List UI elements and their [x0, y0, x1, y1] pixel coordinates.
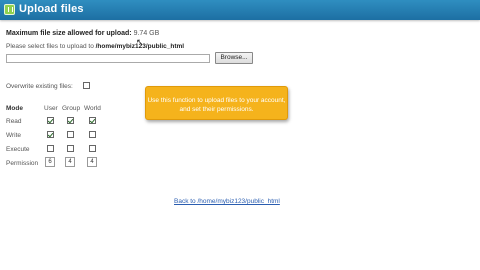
execute-world-checkbox[interactable]: [89, 145, 96, 152]
permissions-header-mode: Mode: [6, 105, 23, 112]
permissions-header-group: Group: [62, 105, 81, 112]
browse-button[interactable]: Browse...: [215, 52, 253, 64]
permissions-header-user: User: [44, 105, 58, 112]
permissions-header-world: World: [84, 105, 101, 112]
write-group-checkbox[interactable]: [67, 131, 74, 138]
max-file-size-value: 9.74 GB: [133, 30, 160, 37]
execute-group-checkbox[interactable]: [67, 145, 74, 152]
read-world-checkbox[interactable]: [89, 117, 96, 124]
back-to-folder-link[interactable]: Back to /home/mybiz123/public_html: [174, 198, 280, 205]
permission-group-value[interactable]: 4: [65, 157, 75, 167]
max-file-size-line: Maximum file size allowed for upload: 9.…: [6, 30, 159, 37]
execute-user-checkbox[interactable]: [47, 145, 54, 152]
read-group-checkbox[interactable]: [67, 117, 74, 124]
select-files-line: Please select files to upload to /home/m…: [6, 43, 184, 50]
tooltip-callout: Use this function to upload files to you…: [145, 86, 288, 120]
title-bar: Upload files: [0, 0, 480, 20]
overwrite-label: Overwrite existing files:: [6, 83, 73, 90]
page-title: Upload files: [19, 3, 84, 15]
max-file-size-label: Maximum file size allowed for upload:: [6, 30, 132, 37]
file-path-input[interactable]: [6, 54, 210, 63]
read-user-checkbox[interactable]: [47, 117, 54, 124]
permission-world-value[interactable]: 4: [87, 157, 97, 167]
permission-row-label-write: Write: [6, 132, 22, 139]
upload-target-path: /home/mybiz123/public_html: [95, 43, 185, 50]
upload-folder-icon: [4, 4, 15, 15]
permission-row-label-permission: Permission: [6, 160, 39, 167]
write-world-checkbox[interactable]: [89, 131, 96, 138]
write-user-checkbox[interactable]: [47, 131, 54, 138]
permission-row-label-read: Read: [6, 118, 22, 125]
overwrite-checkbox[interactable]: [83, 82, 90, 89]
select-files-label: Please select files to upload to: [6, 43, 94, 50]
permission-user-value[interactable]: 6: [45, 157, 55, 167]
permission-row-label-execute: Execute: [6, 146, 30, 153]
